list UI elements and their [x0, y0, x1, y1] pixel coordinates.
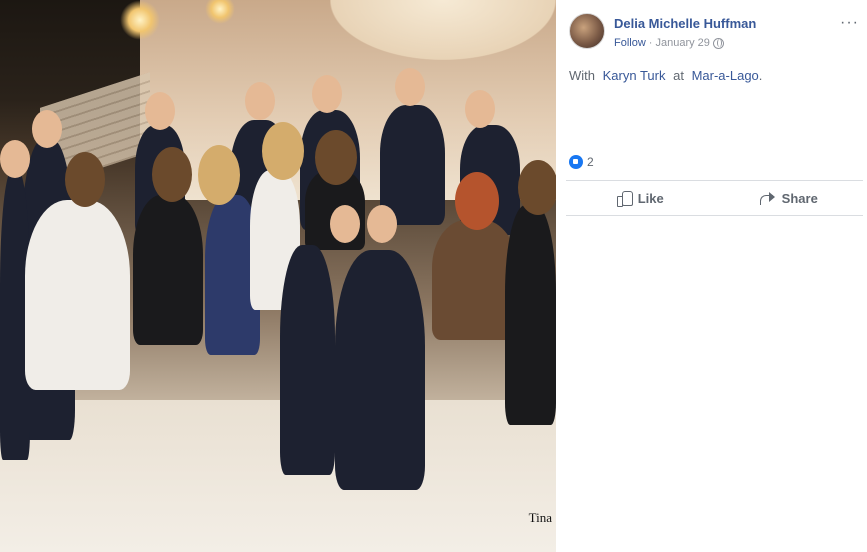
author-avatar[interactable]	[569, 13, 605, 49]
thumbs-up-icon	[616, 191, 633, 207]
photo-person	[25, 200, 130, 390]
post-text-suffix: .	[758, 68, 763, 83]
share-button[interactable]: Share	[715, 181, 864, 215]
photo-person-head	[518, 160, 556, 215]
share-label: Share	[781, 190, 818, 206]
tagged-person-link[interactable]: Karyn Turk	[603, 68, 666, 83]
photo-person-head	[152, 147, 192, 202]
divider	[566, 215, 863, 216]
photo-person-head	[145, 92, 175, 130]
like-reaction-icon	[569, 155, 583, 169]
photo-person-head	[367, 205, 397, 243]
post-meta: Follow · January 29	[614, 37, 724, 49]
photo-person-head	[198, 145, 240, 205]
photo-person-head	[262, 122, 304, 180]
photo-person-head	[315, 130, 357, 185]
post-text-prefix: With	[569, 68, 595, 83]
photo-person-head	[0, 140, 30, 178]
photo-person-head	[395, 68, 425, 106]
meta-separator: ·	[648, 37, 653, 49]
like-label: Like	[637, 190, 664, 206]
reaction-count: 2	[587, 155, 594, 169]
photo-person-boy	[280, 245, 335, 475]
post-date[interactable]: January 29	[655, 37, 709, 49]
post-actions: Like Share	[566, 181, 863, 215]
photo-watermark: Tina	[528, 510, 552, 525]
photo-person	[133, 195, 203, 345]
photo-arch	[330, 0, 556, 60]
photo-person	[505, 205, 556, 425]
photo-person-head	[465, 90, 495, 128]
author-name[interactable]: Delia Michelle Huffman	[614, 16, 756, 31]
post-text: With Karyn Turk at Mar-a-Lago.	[569, 68, 762, 83]
post-side-panel: Delia Michelle Huffman Follow · January …	[556, 0, 867, 552]
photo-person-head	[65, 152, 105, 207]
more-options-icon[interactable]: ···	[840, 14, 859, 32]
follow-link[interactable]: Follow	[614, 37, 646, 49]
photo-floor	[0, 400, 556, 552]
photo-person-head	[312, 75, 342, 113]
photo-person-boy	[335, 250, 425, 490]
post-photo[interactable]: Tina	[0, 0, 556, 552]
post-text-at: at	[673, 68, 684, 83]
photo-chandelier-light	[120, 0, 160, 40]
photo-person-head	[330, 205, 360, 243]
globe-icon	[712, 37, 724, 49]
photo-person-head	[455, 172, 499, 230]
share-arrow-icon	[759, 191, 776, 205]
location-link[interactable]: Mar-a-Lago	[692, 68, 759, 83]
photo-person-head	[245, 82, 275, 120]
reactions-summary[interactable]: 2	[569, 155, 594, 169]
like-button[interactable]: Like	[566, 181, 715, 215]
photo-person-head	[32, 110, 62, 148]
